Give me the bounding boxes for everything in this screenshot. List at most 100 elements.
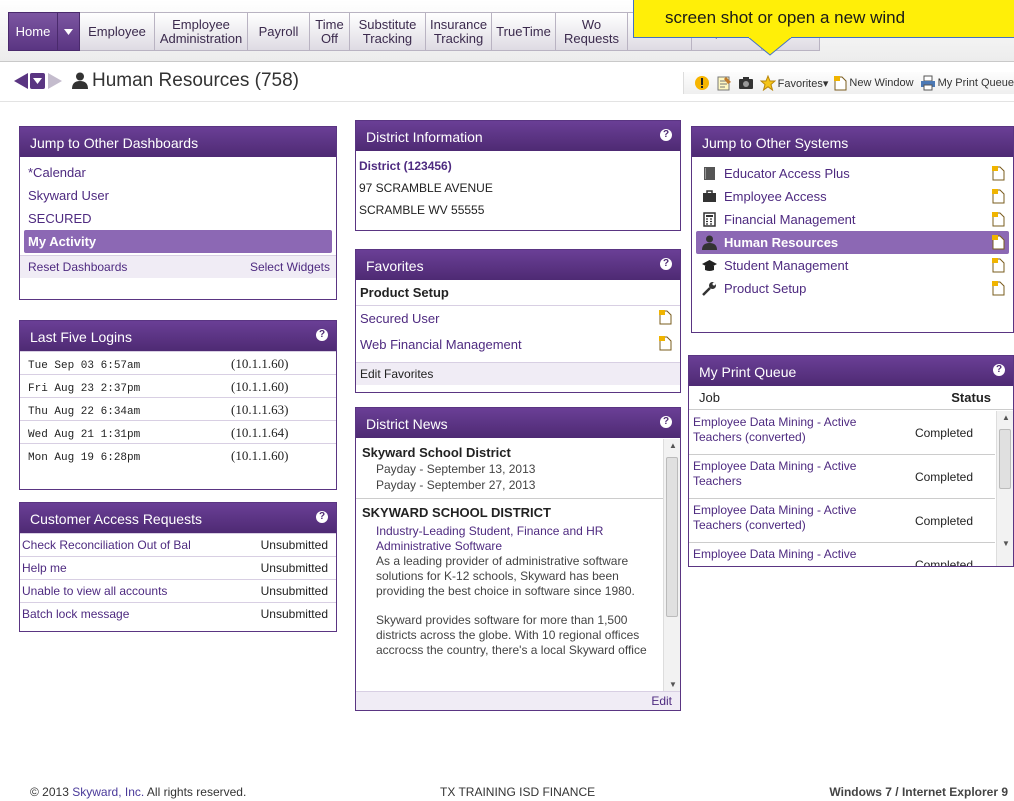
camera-icon[interactable] xyxy=(738,75,754,91)
tab-employee[interactable]: Employee xyxy=(80,12,155,51)
job-status: Completed xyxy=(914,470,973,484)
help-icon[interactable]: ? xyxy=(316,329,328,341)
open-new-window-icon[interactable] xyxy=(659,336,672,351)
briefcase-icon xyxy=(703,190,716,202)
reset-dashboards-link[interactable]: Reset Dashboards xyxy=(28,260,127,274)
system-label: Educator Access Plus xyxy=(724,166,850,181)
request-name[interactable]: Unable to view all accounts xyxy=(22,584,167,598)
system-link-product-setup[interactable]: Product Setup xyxy=(692,277,1013,300)
job-status: Completed xyxy=(914,558,973,567)
help-icon[interactable]: ? xyxy=(660,416,672,428)
favorite-item[interactable]: Web Financial Management xyxy=(356,332,680,358)
tab-work-requests[interactable]: Wo Requests xyxy=(556,12,628,51)
panel-title-text: Last Five Logins xyxy=(30,329,132,345)
open-new-window-icon[interactable] xyxy=(992,189,1005,204)
calculator-icon xyxy=(703,212,716,227)
company-link[interactable]: Skyward, Inc. xyxy=(72,785,144,799)
scrollbar-thumb[interactable] xyxy=(999,429,1011,489)
request-row[interactable]: Batch lock message Unsubmitted xyxy=(20,602,336,625)
open-new-window-icon[interactable] xyxy=(992,235,1005,250)
scroll-up-icon[interactable]: ▲ xyxy=(669,441,677,450)
request-row[interactable]: Check Reconciliation Out of Bal Unsubmitt… xyxy=(20,533,336,556)
forward-arrow-icon[interactable] xyxy=(48,73,62,89)
select-widgets-link[interactable]: Select Widgets xyxy=(250,256,330,279)
help-icon[interactable]: ? xyxy=(316,511,328,523)
system-link-student-management[interactable]: Student Management xyxy=(692,254,1013,277)
system-label: Financial Management xyxy=(724,212,856,227)
tab-insurance-tracking[interactable]: Insurance Tracking xyxy=(426,12,492,51)
request-name[interactable]: Help me xyxy=(22,561,67,575)
print-queue-scrollbar[interactable]: ▲ ▼ xyxy=(996,411,1013,566)
system-link-financial-management[interactable]: Financial Management xyxy=(692,208,1013,231)
help-icon[interactable]: ? xyxy=(660,129,672,141)
request-row[interactable]: Unable to view all accounts Unsubmitted xyxy=(20,579,336,602)
help-icon[interactable]: ? xyxy=(660,258,672,270)
callout-pointer-icon xyxy=(748,37,792,56)
favorite-link[interactable]: Web Financial Management xyxy=(360,337,522,352)
tab-truetime[interactable]: TrueTime xyxy=(492,12,556,51)
job-name[interactable]: Employee Data Mining - Active Teachers xyxy=(693,459,873,489)
edit-news-link[interactable]: Edit xyxy=(651,694,672,708)
table-row[interactable]: Employee Data Mining - Active Teachers C… xyxy=(689,455,995,499)
login-time: Mon Aug 19 6:28pm xyxy=(28,452,141,464)
person-icon xyxy=(702,235,717,250)
help-icon[interactable]: ? xyxy=(993,364,1005,376)
district-name-footer: TX TRAINING ISD FINANCE xyxy=(440,785,596,799)
dashboard-link-my-activity[interactable]: My Activity xyxy=(24,230,332,253)
favorites-button[interactable]: Favorites▾ xyxy=(759,75,828,91)
job-name[interactable]: Employee Data Mining - Active Teachers (… xyxy=(693,503,873,533)
panel-title-text: District Information xyxy=(366,129,483,145)
news-headline[interactable]: Industry-Leading Student, Finance and HR… xyxy=(362,524,660,554)
district-name: District (123456) xyxy=(359,159,452,173)
open-new-window-icon[interactable] xyxy=(992,166,1005,181)
panel-title-text: My Print Queue xyxy=(699,364,797,380)
scroll-up-icon[interactable]: ▲ xyxy=(1002,413,1010,422)
login-time: Wed Aug 21 1:31pm xyxy=(28,429,141,441)
edit-favorites-link[interactable]: Edit Favorites xyxy=(356,362,680,385)
chevron-down-icon xyxy=(64,28,73,35)
notes-icon[interactable] xyxy=(716,75,732,91)
table-row[interactable]: Employee Data Mining - Active Completed xyxy=(689,543,995,567)
tab-payroll[interactable]: Payroll xyxy=(248,12,310,51)
new-window-label: New Window xyxy=(849,77,914,89)
news-scrollbar[interactable]: ▲ ▼ xyxy=(663,439,680,691)
job-name[interactable]: Employee Data Mining - Active xyxy=(693,547,873,562)
dashboard-link-skyward-user[interactable]: Skyward User xyxy=(20,184,336,207)
history-dropdown-button[interactable] xyxy=(30,73,45,89)
dashboard-link-calendar[interactable]: *Calendar xyxy=(20,161,336,184)
table-row[interactable]: Employee Data Mining - Active Teachers (… xyxy=(689,411,995,455)
alert-icon[interactable] xyxy=(694,75,710,91)
open-new-window-icon[interactable] xyxy=(659,310,672,325)
print-queue-list: Employee Data Mining - Active Teachers (… xyxy=(689,411,995,567)
favorite-item[interactable]: Secured User xyxy=(356,306,680,332)
panel-title: Last Five Logins ? xyxy=(20,321,336,351)
scroll-down-icon[interactable]: ▼ xyxy=(1002,539,1010,548)
system-link-educator-access-plus[interactable]: Educator Access Plus xyxy=(692,162,1013,185)
home-dropdown-button[interactable] xyxy=(58,12,80,51)
system-link-employee-access[interactable]: Employee Access xyxy=(692,185,1013,208)
favorite-link[interactable]: Secured User xyxy=(360,311,439,326)
open-new-window-icon[interactable] xyxy=(992,258,1005,273)
tab-substitute-tracking[interactable]: Substitute Tracking xyxy=(350,12,426,51)
scrollbar-thumb[interactable] xyxy=(666,457,678,617)
table-row[interactable]: Employee Data Mining - Active Teachers (… xyxy=(689,499,995,543)
copyright-prefix: © 2013 xyxy=(30,785,73,799)
back-arrow-icon[interactable] xyxy=(14,73,28,89)
tab-home[interactable]: Home xyxy=(8,12,58,51)
panel-title-text: District News xyxy=(366,416,448,432)
dashboard-link-secured[interactable]: SECURED xyxy=(20,207,336,230)
request-row[interactable]: Help me Unsubmitted xyxy=(20,556,336,579)
scroll-down-icon[interactable]: ▼ xyxy=(669,680,677,689)
new-window-button[interactable]: New Window xyxy=(834,75,914,91)
system-link-human-resources[interactable]: Human Resources xyxy=(696,231,1009,254)
open-new-window-icon[interactable] xyxy=(992,212,1005,227)
printer-icon xyxy=(920,75,935,91)
request-name[interactable]: Check Reconciliation Out of Bal xyxy=(22,538,191,552)
tooltip-callout: screen shot or open a new wind xyxy=(633,0,1014,38)
print-queue-button[interactable]: My Print Queue xyxy=(920,75,1014,91)
job-name[interactable]: Employee Data Mining - Active Teachers (… xyxy=(693,415,873,445)
request-name[interactable]: Batch lock message xyxy=(22,607,129,621)
tab-time-off[interactable]: Time Off xyxy=(310,12,350,51)
tab-employee-administration[interactable]: Employee Administration xyxy=(155,12,248,51)
open-new-window-icon[interactable] xyxy=(992,281,1005,296)
